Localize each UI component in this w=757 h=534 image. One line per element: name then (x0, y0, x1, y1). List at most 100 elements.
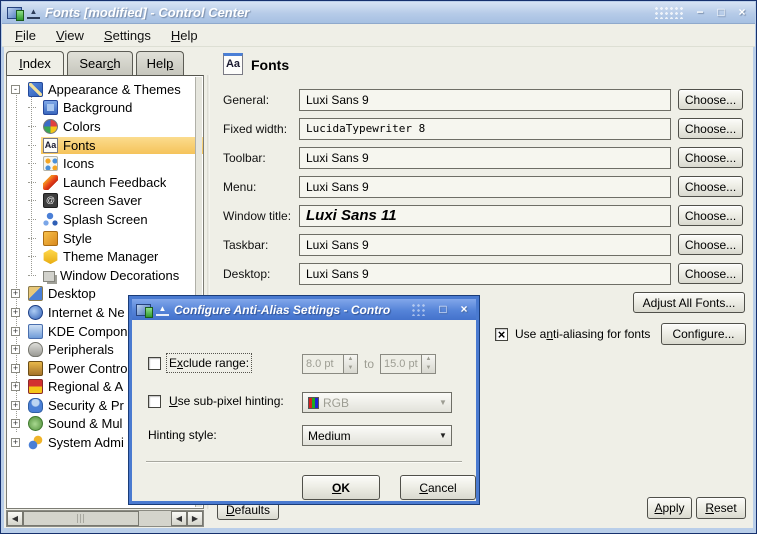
cancel-button[interactable]: Cancel (400, 475, 476, 500)
menu-help[interactable]: Help (162, 26, 207, 45)
tree-item-splash-screen[interactable]: Splash Screen (7, 210, 203, 229)
choose-general-button[interactable]: Choose... (678, 89, 743, 110)
expander-icon[interactable]: + (11, 289, 20, 298)
style-icon (43, 231, 58, 246)
expander-icon[interactable]: + (11, 308, 20, 317)
spinner-arrows[interactable]: ▲▼ (343, 355, 357, 373)
scrollbar-track[interactable] (139, 511, 171, 526)
expander-icon[interactable]: + (11, 345, 20, 354)
choose-fixed-width-button[interactable]: Choose... (678, 118, 743, 139)
tree-item-label: Screen Saver (63, 193, 142, 208)
adjust-all-fonts-button[interactable]: Adjust All Fonts... (633, 292, 745, 313)
menu-font-field[interactable]: Luxi Sans 9 (299, 176, 671, 198)
tree-item-launch-feedback[interactable]: Launch Feedback (7, 173, 203, 192)
exclude-to-spinbox[interactable]: 15.0 pt ▲▼ (380, 354, 436, 374)
subpixel-type-dropdown[interactable]: RGB ▼ (302, 392, 452, 413)
maximize-button[interactable]: □ (713, 5, 729, 20)
desktop-label: Desktop: (223, 267, 270, 281)
exclude-from-spinbox[interactable]: 8.0 pt ▲▼ (302, 354, 358, 374)
reset-button[interactable]: Reset (696, 497, 746, 519)
minimize-button[interactable]: − (692, 5, 708, 20)
titlebar[interactable]: ▲ Fonts [modified] - Control Center − □ … (2, 2, 755, 24)
hinting-style-dropdown[interactable]: Medium ▼ (302, 425, 452, 446)
spin-down-icon[interactable]: ▼ (344, 364, 357, 373)
tree-item-icons[interactable]: Icons (7, 154, 203, 173)
tree-item-label: Icons (63, 156, 94, 171)
expander-icon[interactable]: - (11, 85, 20, 94)
choose-menu-button[interactable]: Choose... (678, 176, 743, 197)
security-icon (28, 398, 43, 413)
tab-search[interactable]: Search (67, 51, 133, 75)
scroll-left-button[interactable]: ◀ (171, 511, 187, 526)
tree-item-colors[interactable]: Colors (7, 117, 203, 136)
tree-item-label: Theme Manager (63, 249, 158, 264)
tab-help[interactable]: Help (136, 51, 184, 75)
scroll-left-button[interactable]: ◀ (7, 511, 23, 526)
toolbar-font-field[interactable]: Luxi Sans 9 (299, 147, 671, 169)
spin-down-icon[interactable]: ▼ (422, 364, 435, 373)
dialog-close-button[interactable]: × (456, 302, 472, 317)
tree-item-window-decorations[interactable]: Window Decorations (7, 266, 203, 285)
tree-item-screen-saver[interactable]: Screen Saver (7, 192, 203, 211)
expander-icon[interactable]: + (11, 382, 20, 391)
choose-taskbar-button[interactable]: Choose... (678, 234, 743, 255)
configure-antialias-button[interactable]: Configure... (661, 323, 746, 345)
tree-item-label: Power Contro (48, 361, 127, 376)
close-button[interactable]: × (734, 5, 750, 20)
tree-item-style[interactable]: Style (7, 229, 203, 248)
tree-item-fonts[interactable]: Fonts (7, 136, 203, 155)
choose-window-title-button[interactable]: Choose... (678, 205, 743, 226)
menu-settings[interactable]: Settings (95, 26, 160, 45)
shade-button[interactable]: ▲ (27, 6, 40, 19)
expander-icon[interactable]: + (11, 438, 20, 447)
tree-item-label: Regional & A (48, 379, 123, 394)
menu-label: Menu: (223, 180, 256, 194)
scroll-right-button[interactable]: ▶ (187, 511, 203, 526)
exclude-range-label[interactable]: Exclude range: (169, 356, 249, 370)
tree-item-background[interactable]: Background (7, 99, 203, 118)
window-title-font-field[interactable]: Luxi Sans 11 (299, 205, 671, 227)
ok-button[interactable]: OK (302, 475, 380, 500)
taskbar-font-field[interactable]: Luxi Sans 9 (299, 234, 671, 256)
fixed-width-label: Fixed width: (223, 122, 287, 136)
exclude-range-checkbox[interactable] (148, 357, 161, 370)
tab-index[interactable]: Index (6, 51, 64, 75)
choose-toolbar-button[interactable]: Choose... (678, 147, 743, 168)
expander-icon[interactable]: + (11, 364, 20, 373)
tree-item-label: System Admi (48, 435, 124, 450)
subpixel-checkbox[interactable] (148, 395, 161, 408)
window-title: Fonts [modified] - Control Center (45, 5, 649, 20)
expander-icon[interactable]: + (11, 327, 20, 336)
rgb-swatch-icon (308, 397, 319, 409)
tree-item-appearance-themes[interactable]: - Appearance & Themes (7, 80, 203, 99)
spinner-arrows[interactable]: ▲▼ (421, 355, 435, 373)
exclude-to-value: 15.0 pt (381, 355, 421, 373)
spin-up-icon[interactable]: ▲ (344, 355, 357, 364)
scrollbar-thumb[interactable] (23, 511, 139, 526)
general-font-field[interactable]: Luxi Sans 9 (299, 89, 671, 111)
expander-icon[interactable]: + (11, 401, 20, 410)
antialias-checkbox[interactable]: × (495, 328, 508, 341)
tree-item-label: Window Decorations (60, 268, 179, 283)
menu-file[interactable]: File (6, 26, 45, 45)
tree-item-label: KDE Compon (48, 324, 127, 339)
expander-icon[interactable]: + (11, 419, 20, 428)
subpixel-label[interactable]: Use sub-pixel hinting: (169, 394, 284, 408)
subpixel-value: RGB (323, 396, 431, 410)
apply-button[interactable]: Apply (647, 497, 692, 519)
menu-view[interactable]: View (47, 26, 93, 45)
fixed-width-font-field[interactable]: LucidaTypewriter 8 (299, 118, 671, 140)
spin-up-icon[interactable]: ▲ (422, 355, 435, 364)
tree-item-label: Desktop (48, 286, 96, 301)
dialog-shade-button[interactable]: ▲ (156, 303, 169, 316)
dialog-maximize-button[interactable]: □ (435, 302, 451, 317)
tab-index-label: Index (19, 56, 51, 71)
choose-desktop-button[interactable]: Choose... (678, 263, 743, 284)
fonts-icon (43, 138, 58, 153)
dialog-titlebar[interactable]: ▲ Configure Anti-Alias Settings - Contro… (132, 299, 476, 320)
tree-item-theme-manager[interactable]: Theme Manager (7, 247, 203, 266)
tree-item-label: Style (63, 231, 92, 246)
antialias-label[interactable]: Use anti-aliasing for fonts (515, 327, 650, 341)
desktop-font-field[interactable]: Luxi Sans 9 (299, 263, 671, 285)
tree-horizontal-scrollbar[interactable]: ◀ ◀ ▶ (6, 510, 204, 527)
